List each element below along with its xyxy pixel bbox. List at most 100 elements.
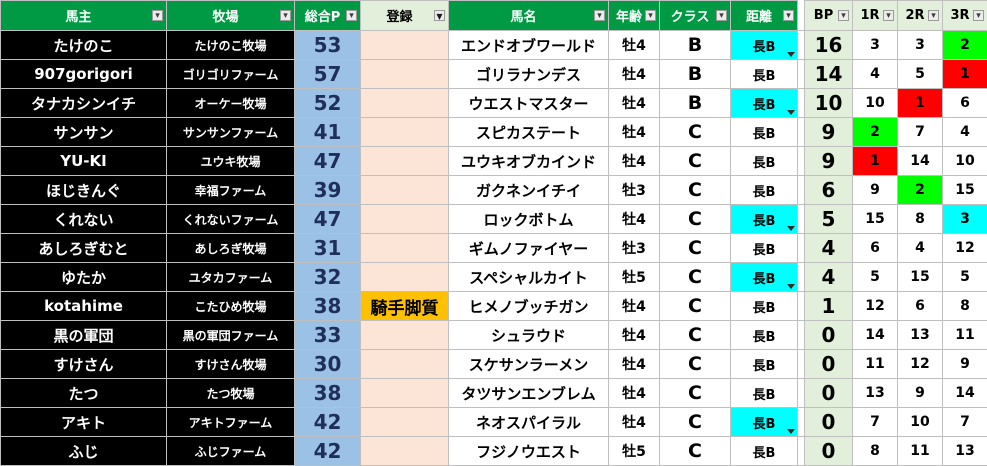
owner-cell[interactable]: kotahime	[0, 291, 167, 321]
table-row[interactable]: 黒の軍団 黒の軍団ファーム 33 シュラウド 牡4 C 長B 0 14 13 11	[0, 320, 987, 350]
filter-dropdown-icon[interactable]: ▾	[346, 10, 357, 21]
race-rank-cell-r3[interactable]: 13	[942, 436, 987, 466]
owner-cell[interactable]: すけさん	[0, 349, 167, 379]
race-rank-cell-r3[interactable]: 14	[942, 378, 987, 408]
registration-cell[interactable]: 騎手脚質	[360, 291, 449, 321]
filter-active-icon[interactable]: ▼	[434, 10, 445, 21]
table-row[interactable]: あしろぎむと あしろぎ牧場 31 ギムノファイヤー 牡3 C 長B 4 6 4 12	[0, 233, 987, 263]
filter-dropdown-icon[interactable]: ▾	[883, 10, 894, 21]
bp-cell[interactable]: 0	[804, 378, 853, 408]
race-rank-cell-r3[interactable]: 2	[942, 30, 987, 60]
distance-cell[interactable]: 長B	[730, 407, 798, 437]
distance-cell[interactable]: 長B	[730, 320, 798, 350]
farm-cell[interactable]: アキトファーム	[166, 407, 295, 437]
age-cell[interactable]: 牡4	[608, 291, 660, 321]
race-rank-cell-r2[interactable]: 14	[897, 146, 943, 176]
age-cell[interactable]: 牡4	[608, 30, 660, 60]
table-row[interactable]: くれない くれないファーム 47 ロックボトム 牡4 C 長B 5 15 8 3	[0, 204, 987, 234]
farm-cell[interactable]: ユウキ牧場	[166, 146, 295, 176]
age-cell[interactable]: 牡5	[608, 262, 660, 292]
col-header-r3[interactable]: 3R ▾	[942, 0, 987, 31]
owner-cell[interactable]: あしろぎむと	[0, 233, 167, 263]
age-cell[interactable]: 牡3	[608, 175, 660, 205]
dropdown-triangle-icon[interactable]	[787, 284, 795, 289]
points-cell[interactable]: 52	[294, 88, 361, 118]
bp-cell[interactable]: 4	[804, 233, 853, 263]
points-cell[interactable]: 53	[294, 30, 361, 60]
race-rank-cell-r1[interactable]: 14	[852, 320, 898, 350]
horse-name-cell[interactable]: スピカステート	[448, 117, 609, 147]
table-row[interactable]: タナカシンイチ オーケー牧場 52 ウエストマスター 牡4 B 長B 10 10 1 6	[0, 88, 987, 118]
class-cell[interactable]: C	[659, 436, 731, 466]
points-cell[interactable]: 33	[294, 320, 361, 350]
points-cell[interactable]: 47	[294, 204, 361, 234]
registration-cell[interactable]	[360, 117, 449, 147]
registration-cell[interactable]	[360, 175, 449, 205]
table-row[interactable]: 907gorigori ゴリゴリファーム 57 ゴリラナンデス 牡4 B 長B 14 4 5 1	[0, 59, 987, 89]
horse-name-cell[interactable]: ユウキオブカインド	[448, 146, 609, 176]
age-cell[interactable]: 牡4	[608, 117, 660, 147]
race-rank-cell-r2[interactable]: 15	[897, 262, 943, 292]
table-row[interactable]: YU-KI ユウキ牧場 47 ユウキオブカインド 牡4 C 長B 9 1 14 10	[0, 146, 987, 176]
owner-cell[interactable]: くれない	[0, 204, 167, 234]
table-row[interactable]: kotahime こたひめ牧場 38 騎手脚質 ヒメノブッチガン 牡4 C 長B 1 12 6 8	[0, 291, 987, 321]
filter-dropdown-icon[interactable]: ▾	[152, 10, 163, 21]
horse-name-cell[interactable]: ギムノファイヤー	[448, 233, 609, 263]
race-rank-cell-r2[interactable]: 7	[897, 117, 943, 147]
dropdown-triangle-icon[interactable]	[787, 52, 795, 57]
table-row[interactable]: アキト アキトファーム 42 ネオスパイラル 牡4 C 長B 0 7 10 7	[0, 407, 987, 437]
registration-cell[interactable]	[360, 146, 449, 176]
farm-cell[interactable]: 黒の軍団ファーム	[166, 320, 295, 350]
distance-cell[interactable]: 長B	[730, 30, 798, 60]
bp-cell[interactable]: 0	[804, 407, 853, 437]
class-cell[interactable]: C	[659, 204, 731, 234]
race-rank-cell-r1[interactable]: 1	[852, 146, 898, 176]
points-cell[interactable]: 41	[294, 117, 361, 147]
class-cell[interactable]: C	[659, 407, 731, 437]
class-cell[interactable]: C	[659, 117, 731, 147]
table-row[interactable]: すけさん すけさん牧場 30 スケサンラーメン 牡4 C 長B 0 11 12 9	[0, 349, 987, 379]
race-rank-cell-r2[interactable]: 5	[897, 59, 943, 89]
race-rank-cell-r3[interactable]: 15	[942, 175, 987, 205]
race-rank-cell-r1[interactable]: 5	[852, 262, 898, 292]
farm-cell[interactable]: サンサンファーム	[166, 117, 295, 147]
class-cell[interactable]: B	[659, 30, 731, 60]
race-rank-cell-r1[interactable]: 11	[852, 349, 898, 379]
horse-name-cell[interactable]: シュラウド	[448, 320, 609, 350]
horse-name-cell[interactable]: スケサンラーメン	[448, 349, 609, 379]
age-cell[interactable]: 牡4	[608, 378, 660, 408]
distance-cell[interactable]: 長B	[730, 233, 798, 263]
distance-cell[interactable]: 長B	[730, 291, 798, 321]
registration-cell[interactable]	[360, 30, 449, 60]
horse-name-cell[interactable]: タツサンエンブレム	[448, 378, 609, 408]
farm-cell[interactable]: 幸福ファーム	[166, 175, 295, 205]
farm-cell[interactable]: こたひめ牧場	[166, 291, 295, 321]
race-rank-cell-r1[interactable]: 3	[852, 30, 898, 60]
owner-cell[interactable]: ふじ	[0, 436, 167, 466]
class-cell[interactable]: C	[659, 378, 731, 408]
filter-dropdown-icon[interactable]: ▾	[838, 10, 849, 21]
race-rank-cell-r2[interactable]: 9	[897, 378, 943, 408]
race-rank-cell-r3[interactable]: 11	[942, 320, 987, 350]
dropdown-triangle-icon[interactable]	[787, 429, 795, 434]
dropdown-triangle-icon[interactable]	[787, 226, 795, 231]
registration-cell[interactable]	[360, 349, 449, 379]
race-rank-cell-r1[interactable]: 8	[852, 436, 898, 466]
race-rank-cell-r2[interactable]: 3	[897, 30, 943, 60]
bp-cell[interactable]: 1	[804, 291, 853, 321]
class-cell[interactable]: C	[659, 262, 731, 292]
registration-cell[interactable]	[360, 59, 449, 89]
race-rank-cell-r1[interactable]: 13	[852, 378, 898, 408]
owner-cell[interactable]: たつ	[0, 378, 167, 408]
registration-cell[interactable]	[360, 204, 449, 234]
age-cell[interactable]: 牡4	[608, 146, 660, 176]
owner-cell[interactable]: ゆたか	[0, 262, 167, 292]
race-rank-cell-r3[interactable]: 4	[942, 117, 987, 147]
bp-cell[interactable]: 10	[804, 88, 853, 118]
age-cell[interactable]: 牡4	[608, 349, 660, 379]
registration-cell[interactable]	[360, 378, 449, 408]
horse-name-cell[interactable]: エンドオブワールド	[448, 30, 609, 60]
race-rank-cell-r3[interactable]: 8	[942, 291, 987, 321]
filter-dropdown-icon[interactable]: ▾	[280, 10, 291, 21]
race-rank-cell-r3[interactable]: 1	[942, 59, 987, 89]
